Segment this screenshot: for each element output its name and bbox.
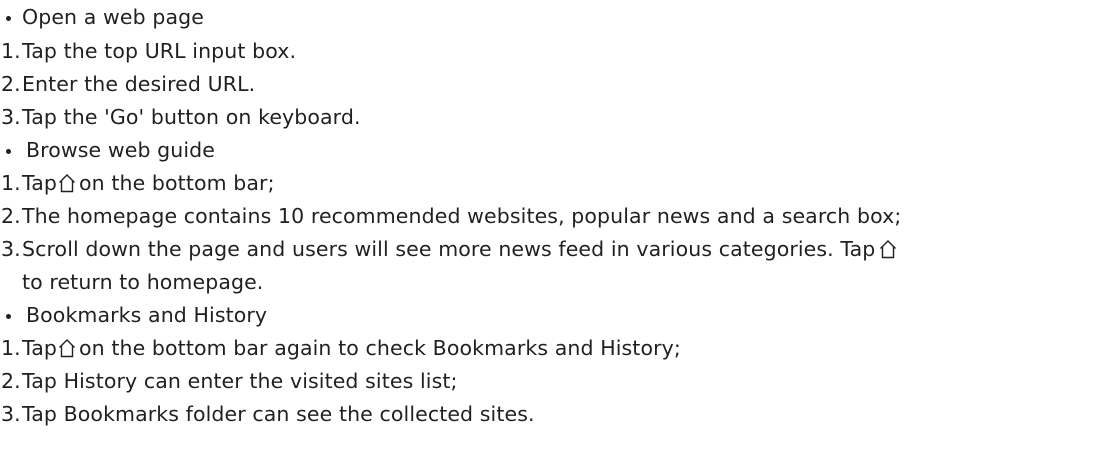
step-number: 1. bbox=[1, 39, 21, 63]
step-text-part: on the bottom bar again to check Bookmar… bbox=[79, 336, 681, 360]
bullet-icon bbox=[6, 314, 11, 319]
step-text-part: Tap bbox=[22, 336, 58, 360]
step-number: 2. bbox=[1, 204, 21, 228]
step-number: 3. bbox=[1, 105, 21, 129]
home-icon bbox=[879, 239, 897, 259]
step-text: Scroll down the page and users will see … bbox=[22, 236, 900, 263]
step-text: Tap on the bottom bar; bbox=[22, 170, 275, 197]
bullet-icon bbox=[6, 149, 11, 154]
step-text-part: on the bottom bar; bbox=[79, 171, 275, 195]
step-text: Tap the top URL input box. bbox=[22, 39, 297, 63]
home-icon bbox=[58, 338, 76, 358]
step-text: Tap on the bottom bar again to check Book… bbox=[22, 335, 681, 362]
step-text: Tap the 'Go' button on keyboard. bbox=[22, 105, 361, 129]
section-heading-text: Bookmarks and History bbox=[26, 303, 268, 327]
step-text: Tap Bookmarks folder can see the collect… bbox=[22, 402, 535, 426]
step-text: The homepage contains 10 recommended web… bbox=[22, 204, 902, 228]
section-heading-text: Open a web page bbox=[22, 5, 204, 29]
step-text-part: Tap bbox=[22, 171, 58, 195]
step-text: to return to homepage. bbox=[22, 270, 264, 294]
step-number: 1. bbox=[1, 336, 21, 360]
step-text: Tap History can enter the visited sites … bbox=[22, 369, 458, 393]
step-number: 3. bbox=[1, 402, 21, 426]
step-number: 2. bbox=[1, 369, 21, 393]
step-number: 2. bbox=[1, 72, 21, 96]
bullet-icon bbox=[6, 16, 11, 21]
step-number: 1. bbox=[1, 171, 21, 195]
step-text: Enter the desired URL. bbox=[22, 72, 256, 96]
section-heading-text: Browse web guide bbox=[26, 138, 215, 162]
step-number: 3. bbox=[1, 237, 21, 261]
step-text-part: Scroll down the page and users will see … bbox=[22, 237, 876, 261]
home-icon bbox=[58, 173, 76, 193]
